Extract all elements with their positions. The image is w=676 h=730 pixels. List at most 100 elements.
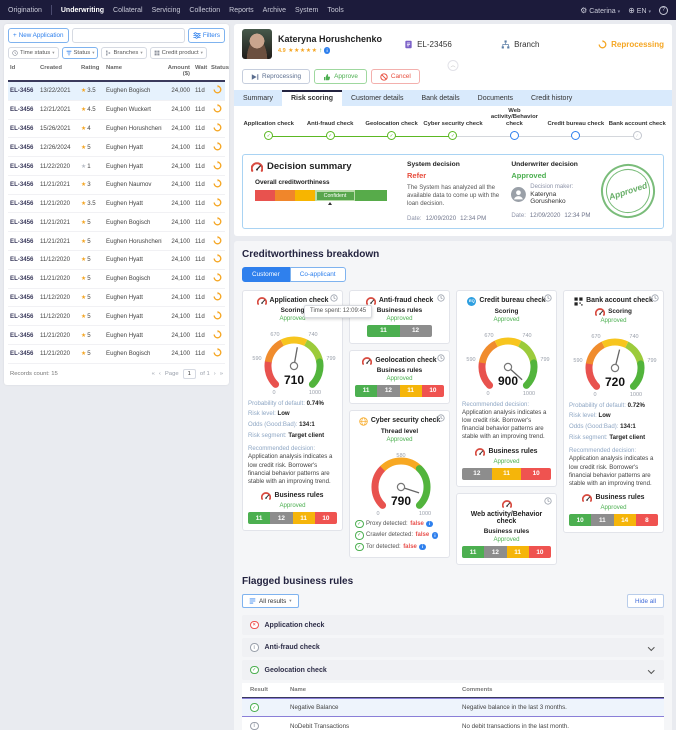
info-icon[interactable]: i (324, 47, 331, 54)
application-row[interactable]: EL-345611/21/2020★5Eughen Bogisch24,1001… (8, 345, 225, 364)
accordion-anti-fraud-check[interactable]: i Anti-fraud check (242, 638, 664, 658)
status-refresh-icon[interactable] (211, 330, 223, 341)
nav-item-reports[interactable]: Reports (229, 7, 254, 14)
application-row[interactable]: EL-345611/22/2020★1Eughen Hyatt24,10011d (8, 157, 225, 176)
application-row[interactable]: EL-345611/21/2021★5Eughen Bogisch24,1001… (8, 213, 225, 232)
clock-icon[interactable] (437, 414, 445, 424)
nav-item-archive[interactable]: Archive (263, 7, 286, 14)
application-id-link[interactable]: EL-3456 (10, 87, 40, 94)
application-id-link[interactable]: EL-3456 (10, 294, 40, 301)
application-id-link[interactable]: EL-3456 (10, 125, 40, 132)
application-id-link[interactable]: EL-3456 (10, 275, 40, 282)
step-active-icon[interactable] (571, 131, 580, 140)
nav-item-tools[interactable]: Tools (327, 7, 343, 14)
clock-icon[interactable] (437, 294, 445, 304)
application-id-link[interactable]: EL-3456 (10, 219, 40, 226)
application-row[interactable]: EL-345611/21/2020★5Eughen Hyatt24,10011d (8, 326, 225, 345)
first-page-icon[interactable]: « (152, 371, 155, 377)
application-row[interactable]: EL-345611/12/2020★5Eughen Hyatt24,10011d (8, 289, 225, 308)
filter-chip-branches[interactable]: Branches▾ (101, 47, 146, 59)
tab-co-applicant[interactable]: Co-applicant (290, 267, 346, 282)
tab-customer-details[interactable]: Customer details (342, 90, 413, 106)
application-id-link[interactable]: EL-3456 (10, 200, 40, 207)
nav-item-servicing[interactable]: Servicing (152, 7, 181, 14)
page-number-input[interactable]: 1 (183, 369, 196, 379)
step-done-icon[interactable]: ✓ (448, 131, 457, 140)
nav-item-origination[interactable]: Origination (8, 7, 42, 14)
tab-bank-details[interactable]: Bank details (413, 90, 469, 106)
application-row[interactable]: EL-345611/21/2021★3Eughen Naumov24,10011… (8, 176, 225, 195)
application-row[interactable]: EL-345612/26/2024★5Eughen Hyatt24,10011d (8, 138, 225, 157)
user-menu[interactable]: ⚙ Caterina ▾ (580, 6, 620, 15)
status-refresh-icon[interactable] (211, 311, 223, 322)
results-filter-select[interactable]: All results ▾ (242, 594, 299, 608)
application-row[interactable]: EL-345611/21/2020★5Eughen Bogisch24,1001… (8, 270, 225, 289)
tab-documents[interactable]: Documents (469, 90, 522, 106)
tab-customer[interactable]: Customer (242, 267, 290, 282)
application-id-link[interactable]: EL-3456 (10, 181, 40, 188)
application-id-link[interactable]: EL-3456 (10, 313, 40, 320)
approve-button[interactable]: Approve (314, 69, 367, 84)
status-refresh-icon[interactable] (211, 217, 223, 228)
last-page-icon[interactable]: » (220, 371, 223, 377)
collapse-header-button[interactable]: ︿ (448, 60, 459, 71)
application-row[interactable]: EL-345611/21/2020★3.5Eughen Hyatt24,1001… (8, 195, 225, 214)
step-done-icon[interactable]: ✓ (326, 131, 335, 140)
application-id-link[interactable]: EL-3456 (10, 144, 40, 151)
status-refresh-icon[interactable] (211, 254, 223, 265)
application-row[interactable]: EL-345611/21/2021★5Eughen Horushchenko24… (8, 232, 225, 251)
column-header-wait[interactable]: Wait (195, 65, 211, 77)
tab-risk-scoring[interactable]: Risk scoring (282, 90, 342, 106)
application-id-link[interactable]: EL-3456 (10, 350, 40, 357)
nav-item-collection[interactable]: Collection (189, 7, 220, 14)
application-id-link[interactable]: EL-3456 (10, 163, 40, 170)
tab-credit-history[interactable]: Credit history (522, 90, 581, 106)
status-refresh-icon[interactable] (211, 142, 223, 153)
column-header-amount[interactable]: Amount ($) (162, 65, 195, 77)
accordion-geolocation-check[interactable]: ✓ Geolocation check (242, 660, 664, 680)
filters-button[interactable]: Filters (188, 28, 225, 43)
status-refresh-icon[interactable] (211, 123, 223, 134)
application-row[interactable]: EL-345615/26/2021★4Eughen Horushchenko24… (8, 120, 225, 139)
reprocessing-button[interactable]: Reprocessing (242, 69, 310, 84)
nav-item-collateral[interactable]: Collateral (113, 7, 143, 14)
language-menu[interactable]: ⊕ EN ▾ (628, 6, 651, 15)
cancel-button[interactable]: Cancel (371, 69, 420, 84)
application-id-link[interactable]: EL-3456 (10, 106, 40, 113)
application-row[interactable]: EL-345611/12/2020★5Eughen Hyatt24,10011d (8, 251, 225, 270)
column-header-rating[interactable]: Rating (81, 65, 106, 77)
info-icon[interactable]: i (426, 521, 433, 528)
application-row[interactable]: EL-345611/12/2020★5Eughen Hyatt24,10011d (8, 307, 225, 326)
step-done-icon[interactable]: ✓ (387, 131, 396, 140)
clock-icon[interactable] (437, 354, 445, 364)
column-header-name[interactable]: Name (106, 65, 162, 77)
new-application-button[interactable]: + New Application (8, 28, 69, 43)
application-id-link[interactable]: EL-3456 (10, 332, 40, 339)
clock-icon[interactable] (544, 497, 552, 507)
status-refresh-icon[interactable] (211, 85, 223, 96)
status-refresh-icon[interactable] (211, 348, 223, 359)
filter-chip-status[interactable]: Status▾ (62, 47, 99, 59)
column-header-id[interactable]: Id (10, 65, 40, 77)
status-refresh-icon[interactable] (211, 236, 223, 247)
info-icon[interactable]: i (419, 544, 426, 551)
status-refresh-icon[interactable] (211, 273, 223, 284)
next-page-icon[interactable]: › (214, 371, 216, 377)
chevron-down-icon[interactable] (648, 644, 654, 650)
application-id-link[interactable]: EL-3456 (10, 256, 40, 263)
step-done-icon[interactable]: ✓ (264, 131, 273, 140)
application-row[interactable]: EL-345613/22/2021★3.5Eughen Bogisch24,00… (8, 82, 225, 101)
filter-chip-credit-product[interactable]: Credit product▾ (150, 47, 207, 59)
filter-chip-time-status[interactable]: Time status▾ (8, 47, 59, 59)
status-refresh-icon[interactable] (211, 198, 223, 209)
nav-item-system[interactable]: System (295, 7, 318, 14)
clock-icon[interactable] (330, 294, 338, 304)
application-row[interactable]: EL-345612/21/2021★4.5Eughen Wuckert24,10… (8, 101, 225, 120)
reprocessing-status[interactable]: Reprocessing (598, 40, 664, 49)
column-header-created[interactable]: Created (40, 65, 81, 77)
info-icon[interactable]: i (432, 532, 439, 539)
nav-item-underwriting[interactable]: Underwriting (61, 7, 104, 14)
clock-icon[interactable] (651, 294, 659, 304)
status-refresh-icon[interactable] (211, 161, 223, 172)
rule-row[interactable]: ✓Negative BalanceNegative balance in the… (242, 698, 664, 718)
